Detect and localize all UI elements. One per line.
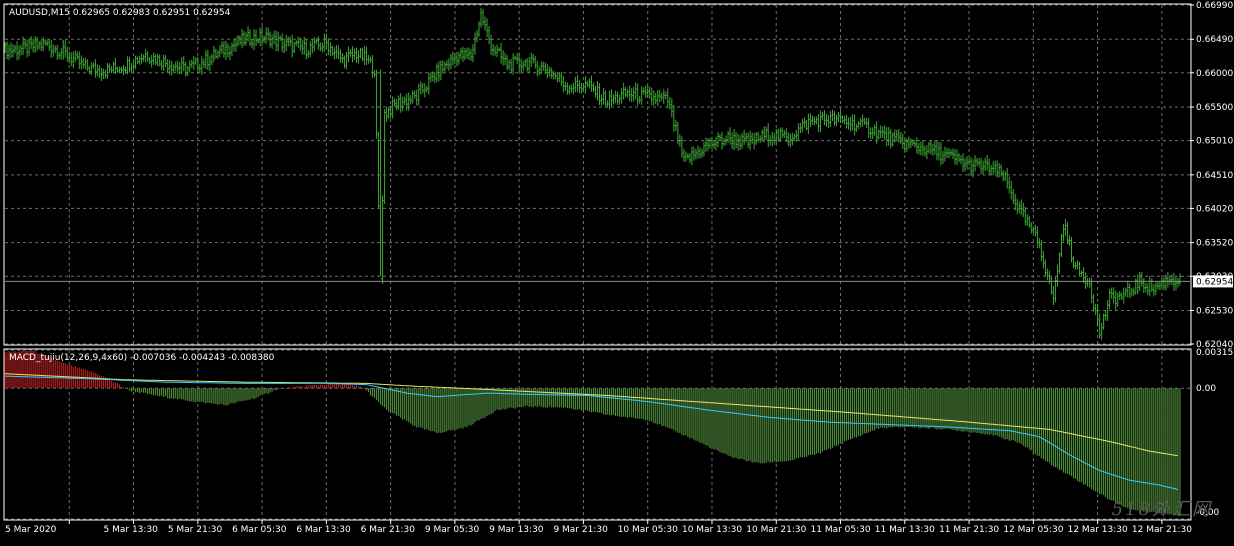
price-axis-label: 0.63520 bbox=[1196, 239, 1233, 249]
time-axis-label: 10 Mar 21:30 bbox=[746, 525, 806, 535]
macd-axis-label: 0.003158 bbox=[1196, 348, 1234, 358]
price-axis-label: 0.66990 bbox=[1196, 1, 1233, 11]
time-axis-label: 12 Mar 21:30 bbox=[1132, 525, 1192, 535]
chart-svg[interactable]: 0.66990 0.66490 0.66000 0.65500 0.65010 0.645… bbox=[0, 0, 1234, 541]
macd-signal-line bbox=[4, 373, 1178, 457]
time-axis-label: 12 Mar 05:30 bbox=[1003, 525, 1063, 535]
time-axis-label: 12 Mar 13:30 bbox=[1068, 525, 1128, 535]
price-axis-label: 0.65010 bbox=[1196, 137, 1233, 147]
price-axis-label: 0.66490 bbox=[1196, 35, 1233, 45]
price-panel-frame bbox=[3, 3, 1192, 346]
price-bars bbox=[4, 7, 1190, 340]
time-axis-label: 9 Mar 13:30 bbox=[489, 525, 544, 535]
macd-series bbox=[4, 350, 1181, 516]
time-axis-label: 6 Mar 21:30 bbox=[361, 525, 416, 535]
macd-panel-header: MACD_tujiu(12,26,9,4x60) -0.007036 -0.00… bbox=[9, 353, 275, 363]
time-axis-label: 11 Mar 05:30 bbox=[811, 525, 871, 535]
time-axis-label: 10 Mar 13:30 bbox=[682, 525, 742, 535]
chart-area[interactable]: 0.66990 0.66490 0.66000 0.65500 0.65010 0.645… bbox=[0, 0, 1234, 541]
time-axis-label: 11 Mar 21:30 bbox=[939, 525, 999, 535]
price-axis-label: 0.66000 bbox=[1196, 69, 1233, 79]
macd-axis-label: 0.00 bbox=[1196, 384, 1216, 394]
time-axis-label: 6 Mar 13:30 bbox=[296, 525, 351, 535]
time-axis-label: 5 Mar 2020 bbox=[5, 525, 57, 535]
time-axis-label: 9 Mar 21:30 bbox=[553, 525, 608, 535]
time-axis-label: 5 Mar 21:30 bbox=[168, 525, 223, 535]
watermark-logo: 518外汇网 bbox=[1111, 499, 1212, 520]
time-axis-label: 10 Mar 05:30 bbox=[618, 525, 678, 535]
time-axis-label: 11 Mar 13:30 bbox=[875, 525, 935, 535]
price-panel-header: AUDUSD,M15 0.62965 0.62983 0.62951 0.629… bbox=[9, 8, 231, 18]
price-axis-label: 0.64510 bbox=[1196, 171, 1233, 181]
current-price-label: 0.62954 bbox=[1196, 277, 1233, 287]
time-axis-label: 6 Mar 05:30 bbox=[232, 525, 287, 535]
time-axis-label: 9 Mar 05:30 bbox=[425, 525, 480, 535]
price-axis-label: 0.64020 bbox=[1196, 204, 1233, 214]
price-axis-label: 0.62530 bbox=[1196, 306, 1233, 316]
price-axis-label: 0.65500 bbox=[1196, 103, 1233, 113]
time-axis-label: 5 Mar 13:30 bbox=[104, 525, 159, 535]
